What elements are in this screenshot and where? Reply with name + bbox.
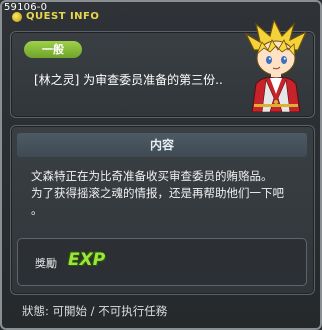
window-title: QUEST INFO [26, 11, 100, 22]
quest-status: 狀態: 可開始 / 不可执行任務 [22, 304, 168, 318]
title-bullet-icon [12, 12, 22, 22]
content-section-header: 内容 [17, 133, 307, 157]
exp-reward-icon: EXP [68, 250, 106, 270]
quest-description: 文森特正在为比奇准备收买审查委员的贿赂品。 为了获得摇滚之魂的情报，还是再帮助他… [31, 169, 284, 217]
npc-portrait-icon [244, 20, 308, 112]
reward-box: 獎勵 EXP [17, 238, 307, 286]
reward-label: 獎勵 [35, 257, 57, 270]
window-title-bar[interactable]: QUEST INFO [12, 11, 132, 25]
quest-title: [林之灵] 为审查委员准备的第三份.. [34, 73, 223, 87]
quest-category-badge: 一般 [24, 41, 82, 58]
quest-info-window: 59106-0 QUEST INFO 一般 [林之灵] 为审查委员准备的第三份.… [0, 0, 322, 330]
